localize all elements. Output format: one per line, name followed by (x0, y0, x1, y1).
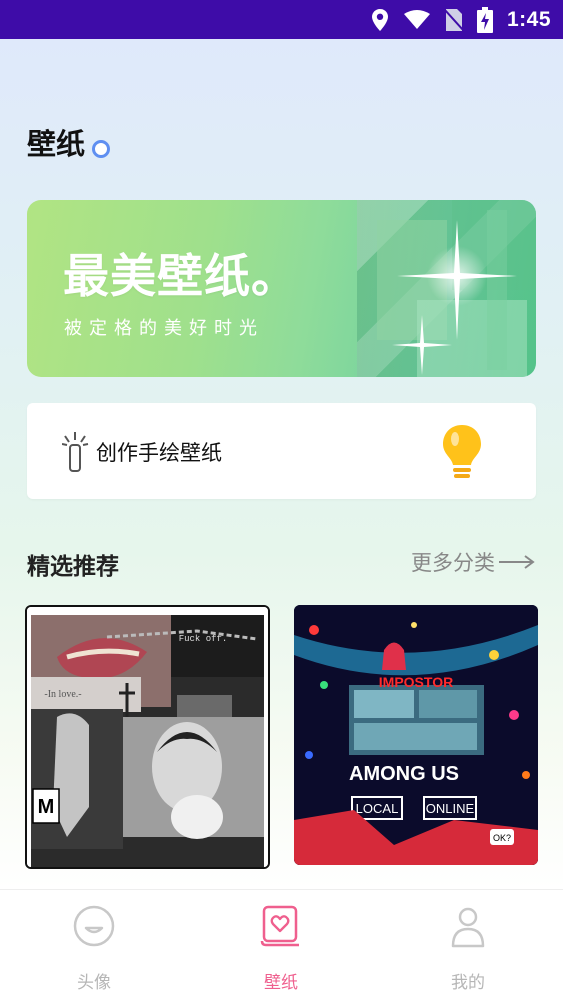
person-icon (451, 907, 485, 948)
among-us-wallpaper-image: IMPOSTOR AMONG US LOCAL ONLINE OK? (294, 605, 538, 865)
status-icons: 1:45 (371, 0, 551, 39)
wifi-icon (403, 9, 430, 29)
thumb1-caption-2: -In love.- (44, 689, 81, 700)
face-icon (73, 905, 115, 947)
pen-light-icon (62, 432, 89, 472)
page-title: 壁纸 (27, 127, 86, 161)
sparkle-small-icon (392, 315, 452, 375)
battery-charging-icon (476, 6, 493, 33)
svg-text:M: M (38, 796, 55, 818)
banner-subtitle: 被定格的美好时光 (64, 318, 264, 339)
tab-wallpaper[interactable]: 壁纸 (221, 890, 341, 1001)
tab-wallpaper-label: 壁纸 (264, 973, 298, 993)
bottom-tab-bar: 头像 壁纸 我的 (0, 889, 563, 1001)
banner-title: 最美壁纸。 (63, 249, 298, 303)
thumb2-caption-5: OK? (493, 833, 511, 843)
tab-mine[interactable]: 我的 (408, 890, 528, 1001)
collage-wallpaper-image: M Fuck off. -In love.- (27, 607, 268, 867)
thumb2-caption-1: IMPOSTOR (379, 674, 453, 690)
title-dot-decoration (92, 140, 110, 158)
thumb2-caption-4: ONLINE (426, 801, 475, 816)
location-icon (371, 8, 388, 31)
more-categories-label: 更多分类 (411, 551, 495, 575)
featured-banner[interactable]: 最美壁纸。 被定格的美好时光 (27, 200, 536, 377)
status-bar: 1:45 (0, 0, 563, 39)
wallpaper-icon (260, 905, 299, 947)
wallpaper-thumbnail[interactable]: IMPOSTOR AMONG US LOCAL ONLINE OK? (294, 605, 538, 865)
wallpaper-thumbnail[interactable]: M Fuck off. -In love.- (25, 605, 270, 869)
status-time: 1:45 (506, 7, 551, 31)
tab-avatar[interactable]: 头像 (34, 890, 154, 1001)
thumb2-caption-2: AMONG US (349, 763, 459, 785)
arrow-right-icon (499, 555, 535, 569)
thumb2-caption-3: LOCAL (356, 801, 399, 816)
create-handdrawn-card[interactable]: 创作手绘壁纸 (27, 403, 536, 499)
create-handdrawn-label: 创作手绘壁纸 (96, 441, 222, 465)
main-content[interactable]: 壁纸 最美壁纸。 被定格的美好时光 创作手绘壁纸 精选推荐 更多分类 M Fuc… (0, 39, 563, 889)
lightbulb-icon (443, 425, 481, 478)
tab-avatar-label: 头像 (77, 973, 111, 993)
tab-mine-label: 我的 (451, 973, 485, 993)
more-categories-link[interactable]: 更多分类 (411, 547, 535, 577)
no-sim-icon (444, 8, 463, 31)
featured-section-title: 精选推荐 (27, 554, 119, 580)
